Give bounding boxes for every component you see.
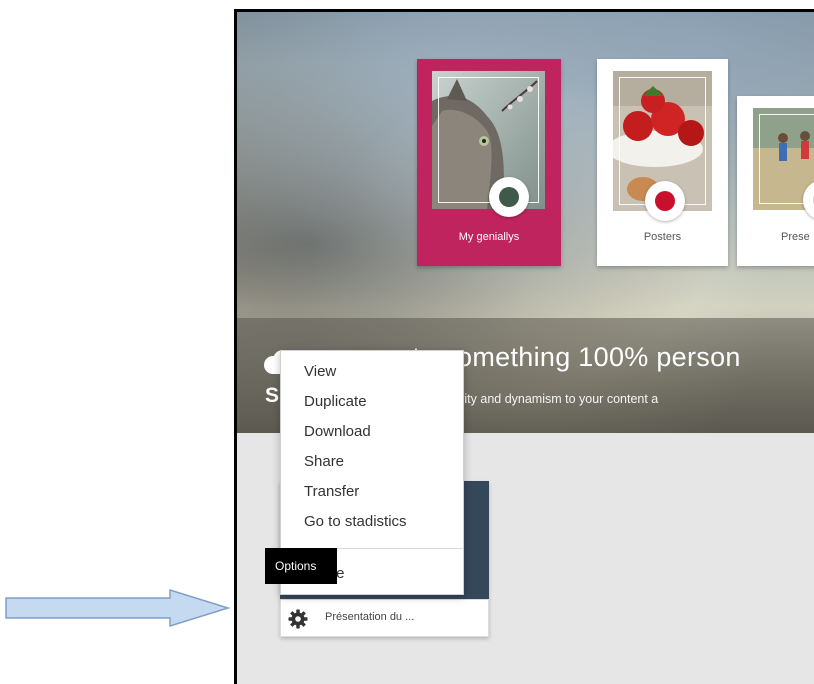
- menu-item-download[interactable]: Download: [304, 423, 371, 440]
- screenshot-frame: My geniallys Posters Prese S ate somethi…: [234, 9, 814, 684]
- record-dot-inner: [655, 191, 675, 211]
- record-dot-icon: [489, 177, 529, 217]
- gear-icon[interactable]: [287, 608, 309, 630]
- hero-partial-text: S: [265, 384, 280, 407]
- menu-item-go-to-statistics[interactable]: Go to stadistics: [304, 513, 407, 530]
- menu-item-transfer[interactable]: Transfer: [304, 483, 359, 500]
- category-card-my-geniallys[interactable]: My geniallys: [417, 59, 561, 266]
- category-label: Prese: [781, 231, 810, 243]
- creation-name: Présentation du ...: [325, 611, 415, 623]
- menu-item-view[interactable]: View: [304, 363, 336, 380]
- category-card-posters[interactable]: Posters: [597, 59, 728, 266]
- category-card-presentations[interactable]: Prese: [737, 96, 814, 266]
- record-dot-inner: [499, 187, 519, 207]
- category-label: Posters: [643, 231, 682, 243]
- record-dot-icon: [645, 181, 685, 221]
- menu-item-duplicate[interactable]: Duplicate: [304, 393, 367, 410]
- menu-item-share[interactable]: Share: [304, 453, 344, 470]
- pointer-arrow-icon: [5, 588, 231, 628]
- options-tooltip: Options: [265, 548, 337, 584]
- creation-footer: Présentation du ...: [280, 599, 489, 637]
- category-label: My geniallys: [458, 231, 520, 243]
